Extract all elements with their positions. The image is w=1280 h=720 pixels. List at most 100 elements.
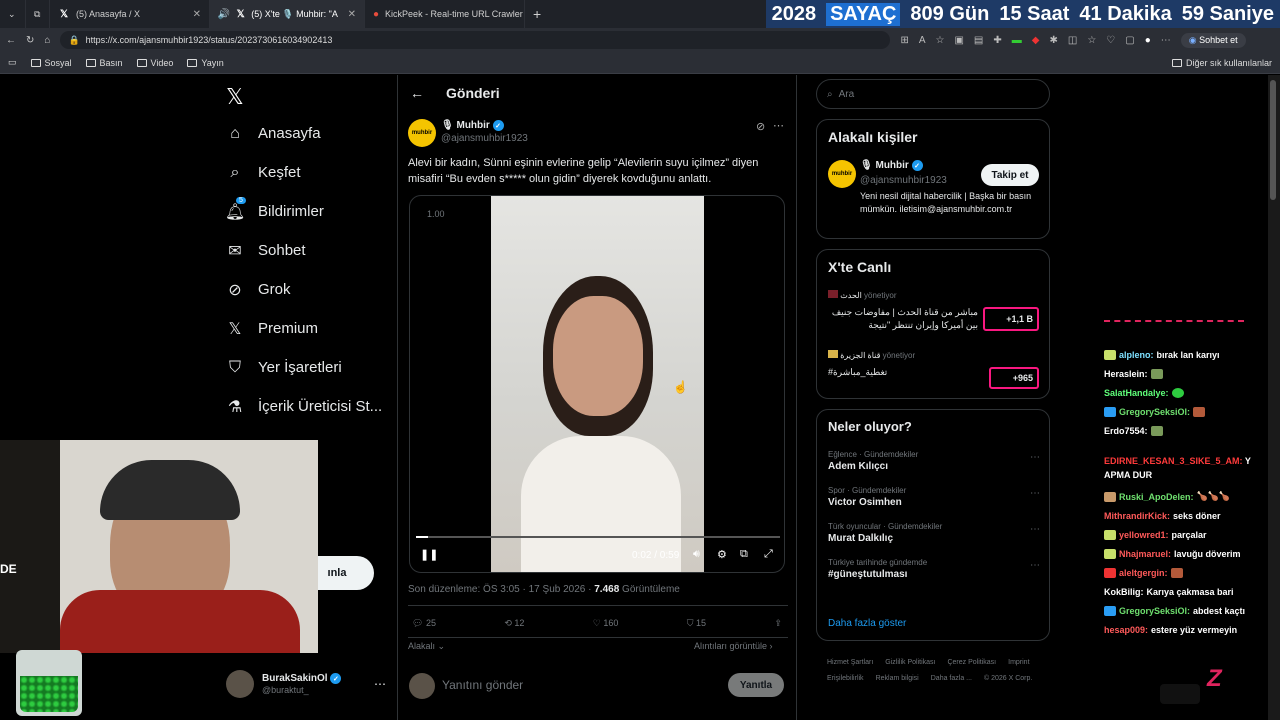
extension-icon[interactable]: ◆ (1032, 35, 1040, 46)
grok-icon[interactable]: ⊘ (756, 120, 765, 133)
picture-in-picture-icon[interactable]: ⧉ (740, 548, 748, 561)
green-beads (20, 676, 78, 712)
more-icon[interactable]: ⋯ (1030, 488, 1040, 499)
back-arrow-icon[interactable]: ← (410, 85, 424, 101)
bookmark-action[interactable]: ⛉ 15 (687, 618, 706, 629)
video-player[interactable]: 1.00 ☝ ❚❚ 0:02 / 0:59 🔊︎ ⚙ ⧉ ⤢ (409, 195, 785, 573)
sidebar-item-yer-isaretleri[interactable]: ⛉ Yer İşaretleri (226, 348, 396, 387)
favorites-icon[interactable]: ☆ (1087, 35, 1096, 46)
bookmark-other[interactable]: Diğer sık kullanılanlar (1171, 58, 1272, 68)
home-icon[interactable]: ⌂ (44, 35, 50, 46)
more-icon[interactable]: ⋯ (1030, 452, 1040, 463)
account-switcher[interactable]: BurakSakinOl ✓ @buraktut_ ⋯ (226, 670, 386, 698)
split-screen-icon[interactable]: ◫ (1068, 35, 1077, 46)
footer-link[interactable]: Imprint (1008, 655, 1029, 671)
extension-icon[interactable]: ✚ (993, 35, 1001, 46)
live-item-2-host[interactable]: قناة الجزيرة yönetiyor (828, 350, 915, 360)
notification-badge: 5 (236, 197, 246, 204)
bookmark-yayin[interactable]: Yayın (187, 58, 224, 68)
bookmark-sosyal[interactable]: Sosyal (30, 58, 72, 68)
chat-message: alpleno: bırak lan karıyı (1104, 350, 1274, 360)
footer-link[interactable]: Hizmet Şartları (827, 655, 873, 671)
bookmark-video[interactable]: Video (136, 58, 173, 68)
reading-icon[interactable]: ▭ (8, 57, 17, 68)
footer-link[interactable]: Reklam bilgisi (876, 671, 919, 687)
bookmark-basin[interactable]: Basın (85, 58, 123, 68)
tab-menu-button[interactable]: ⌄ (0, 0, 26, 28)
sidebar-item-premium[interactable]: 𝕏 Premium (226, 309, 396, 348)
x-logo-icon[interactable]: 𝕏 (226, 84, 244, 110)
avatar[interactable]: muhbir (828, 160, 856, 188)
close-icon[interactable]: ✕ (193, 9, 201, 20)
read-aloud-icon[interactable]: A (919, 35, 926, 46)
streamer-shirt (60, 590, 300, 653)
profile-avatar-icon[interactable]: ● (1145, 35, 1151, 46)
puzzle-icon[interactable]: ✱ (1049, 35, 1057, 46)
live-viewers-badge[interactable]: +965 (989, 367, 1039, 389)
repost-action[interactable]: ⟲ 12 (504, 618, 524, 629)
more-icon[interactable]: ⋯ (1161, 35, 1171, 46)
live-item-2-title[interactable]: #تغطية_مباشرة (828, 367, 887, 378)
back-icon[interactable]: ← (6, 35, 16, 46)
reload-icon[interactable]: ↻ (26, 35, 34, 46)
search-input[interactable]: ⌕ Ara (816, 79, 1050, 109)
grid-icon[interactable]: ⊞ (900, 35, 908, 46)
sidebar-item-anasayfa[interactable]: ⌂ Anasayfa (226, 114, 396, 153)
sidebar-item-icerik[interactable]: ⚗ İçerik Üreticisi St... (226, 387, 396, 426)
workspace-button[interactable]: ⧉ (26, 0, 50, 28)
url-field[interactable]: 🔒 https://x.com/ajansmuhbir1923/status/2… (60, 31, 891, 49)
volume-icon[interactable]: 🔊︎ (693, 548, 700, 561)
author-avatar[interactable]: muhbir (408, 119, 436, 147)
view-quotes-link[interactable]: Alıntıları görüntüle › (694, 641, 773, 651)
live-item-1-host[interactable]: الحدث yönetiyor (828, 290, 897, 300)
live-item-1-title[interactable]: مباشر من قناة الحدث | مفاوضات جنيف بين أ… (828, 306, 978, 332)
footer-link[interactable]: Çerez Politikası (947, 655, 996, 671)
sidebar-item-grok[interactable]: ⊘ Grok (226, 270, 396, 309)
live-viewers-badge[interactable]: +1,1 B (983, 307, 1039, 331)
trend-item[interactable]: Spor · Gündemdekiler Victor Osimhen ⋯ (828, 486, 1040, 508)
tab-anasayfa[interactable]: 𝕏 (5) Anasayfa / X ✕ (50, 0, 210, 28)
sidebar-item-bildirimler[interactable]: 🔔︎ 5 Bildirimler (225, 192, 396, 231)
relevance-dropdown[interactable]: Alakalı ⌄ (408, 641, 445, 652)
x-icon: 𝕏 (228, 320, 242, 338)
video-progress-track[interactable] (416, 536, 780, 538)
pause-icon[interactable]: ❚❚ (420, 548, 438, 561)
reply-button[interactable]: Yanıtla (728, 673, 784, 697)
author-name[interactable]: 🎙︎ Muhbir ✓ (441, 120, 504, 131)
sidebar-item-kesfet[interactable]: ⌕ Keşfet (226, 153, 396, 192)
star-icon[interactable]: ☆ (936, 35, 945, 46)
scrollbar-thumb[interactable] (1270, 80, 1276, 200)
reply-input[interactable]: Yanıtını gönder (442, 678, 523, 692)
more-icon[interactable]: ⋯ (773, 119, 784, 132)
tab-muhbir-post[interactable]: 🔊 𝕏 (5) X'te 🎙️ Muhbir: "Alevi bir ✕ (210, 0, 365, 28)
extension-icon[interactable]: ▤ (974, 35, 983, 46)
extension-icon[interactable]: ▣ (954, 35, 963, 46)
footer-link[interactable]: Gizlilik Politikası (885, 655, 935, 671)
extension-icon[interactable]: ▬ (1012, 35, 1022, 46)
author-handle[interactable]: @ajansmuhbir1923 (441, 133, 528, 144)
more-icon[interactable]: ⋯ (1030, 560, 1040, 571)
fullscreen-icon[interactable]: ⤢ (764, 548, 773, 561)
tab-kickpeek[interactable]: ● KickPeek - Real-time URL Crawler ✕ (365, 0, 525, 28)
related-name[interactable]: 🎙︎ Muhbir ✓ (860, 160, 923, 171)
heart-icon[interactable]: ♡ (1106, 35, 1115, 46)
footer-link[interactable]: Daha fazla ... (931, 671, 972, 687)
trend-item[interactable]: Türk oyuncular · Gündemdekiler Murat Dalk… (828, 522, 1040, 544)
copilot-chat-button[interactable]: ◉ Sohbet et (1180, 32, 1246, 48)
new-tab-button[interactable]: + (525, 0, 551, 28)
search-icon: ⌕ (827, 88, 833, 100)
footer-link[interactable]: Erişilebilirlik (827, 671, 864, 687)
reply-action[interactable]: 💬︎ 25 (412, 618, 436, 629)
collections-icon[interactable]: ▢ (1125, 35, 1134, 46)
more-icon[interactable]: ⋯ (1030, 524, 1040, 535)
more-icon[interactable]: ⋯ (374, 677, 386, 691)
show-more-link[interactable]: Daha fazla göster (828, 618, 906, 629)
trend-item[interactable]: Türkiye tarihinde gündemde #güneştutulmas… (828, 558, 1040, 580)
sidebar-item-sohbet[interactable]: ✉ Sohbet (226, 231, 396, 270)
settings-gear-icon[interactable]: ⚙ (717, 548, 727, 561)
close-icon[interactable]: ✕ (348, 9, 356, 20)
share-action[interactable]: ⇪ (774, 618, 782, 629)
like-action[interactable]: ♡ 160 (593, 618, 619, 629)
trend-item[interactable]: Eğlence · Gündemdekiler Adem Kılıçcı ⋯ (828, 450, 1040, 472)
follow-button[interactable]: Takip et (981, 164, 1039, 186)
